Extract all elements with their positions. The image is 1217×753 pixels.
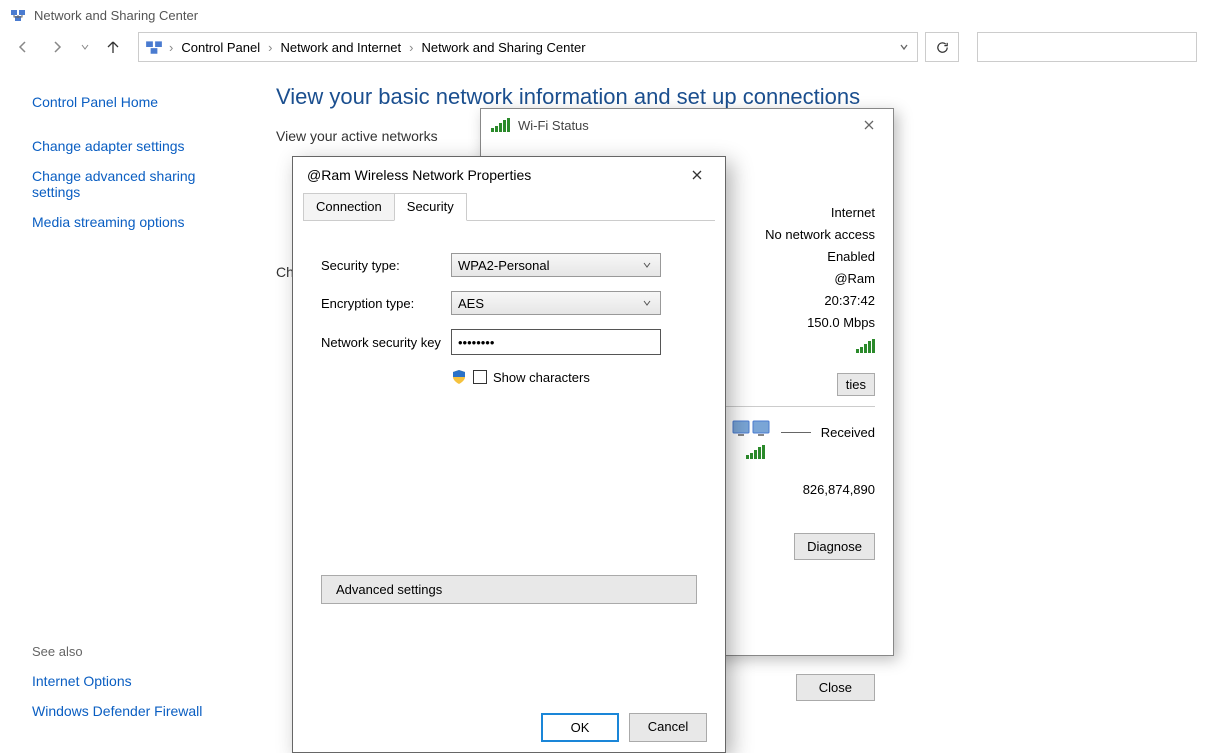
dash-line [781,432,811,433]
ok-button[interactable]: OK [541,713,619,742]
security-key-input[interactable] [451,329,661,355]
security-type-value: WPA2-Personal [458,258,550,273]
breadcrumb-sep: › [167,40,175,55]
close-icon[interactable] [683,161,711,189]
tab-strip: Connection Security [303,193,715,221]
dialog-footer: OK Cancel [293,713,725,742]
wifi-enabled-label: Enabled [755,249,875,264]
uac-shield-icon [451,369,467,385]
tab-security[interactable]: Security [394,193,467,221]
wifi-ssid-value: @Ram [755,271,875,286]
see-also-internet-options[interactable]: Internet Options [32,673,252,689]
address-dropdown[interactable] [893,33,915,61]
wifi-signal-icon [856,339,875,353]
cancel-button[interactable]: Cancel [629,713,707,742]
close-icon[interactable] [855,111,883,139]
encryption-type-label: Encryption type: [321,296,451,311]
wifi-signal-icon [491,118,510,132]
control-panel-home-link[interactable]: Control Panel Home [32,94,240,110]
search-input[interactable] [977,32,1197,62]
security-type-label: Security type: [321,258,451,273]
wifi-duration-value: 20:37:42 [755,293,875,308]
wifi-signal-icon [746,445,765,459]
wireless-properties-dialog: @Ram Wireless Network Properties Connect… [292,156,726,753]
sidebar-media-link[interactable]: Media streaming options [32,214,240,230]
forward-button[interactable] [44,34,70,60]
app-title: Network and Sharing Center [34,8,198,23]
back-button[interactable] [10,34,36,60]
chevron-down-icon [638,292,656,314]
sidebar-adapter-link[interactable]: Change adapter settings [32,138,240,154]
dialog-title: Wi-Fi Status [518,118,589,133]
up-button[interactable] [100,34,126,60]
dialog-titlebar[interactable]: Wi-Fi Status [481,109,893,141]
wifi-noaccess-label: No network access [755,227,875,242]
history-dropdown[interactable] [78,34,92,60]
see-also-heading: See also [32,644,252,659]
security-key-label: Network security key [321,335,451,350]
encryption-type-value: AES [458,296,484,311]
address-bar[interactable]: › Control Panel › Network and Internet ›… [138,32,918,62]
wireless-properties-button[interactable]: ties [837,373,875,396]
breadcrumb-sep: › [407,40,415,55]
breadcrumb-sep: › [266,40,274,55]
app-title-bar: Network and Sharing Center [0,0,1217,30]
sidebar-advanced-link[interactable]: Change advanced sharing settings [32,168,240,200]
see-also: See also Internet Options Windows Defend… [32,644,252,733]
close-button[interactable]: Close [796,674,875,701]
refresh-button[interactable] [925,32,959,62]
wifi-internet-label: Internet [755,205,875,220]
breadcrumb-current[interactable]: Network and Sharing Center [420,40,588,55]
navigation-bar: › Control Panel › Network and Internet ›… [0,30,1217,64]
show-characters-label: Show characters [493,370,590,385]
advanced-settings-button[interactable]: Advanced settings [321,575,697,604]
chevron-down-icon [638,254,656,276]
dialog-titlebar[interactable]: @Ram Wireless Network Properties [293,157,725,193]
encryption-type-select[interactable]: AES [451,291,661,315]
network-center-icon [10,7,26,23]
breadcrumb-control-panel[interactable]: Control Panel [179,40,262,55]
computers-icon [731,417,771,447]
security-type-select[interactable]: WPA2-Personal [451,253,661,277]
show-characters-checkbox[interactable] [473,370,487,384]
dialog-title: @Ram Wireless Network Properties [307,167,531,183]
received-label: Received [821,425,875,440]
network-center-icon [145,38,163,56]
breadcrumb-network-internet[interactable]: Network and Internet [278,40,403,55]
wifi-speed-value: 150.0 Mbps [755,315,875,330]
page-title: View your basic network information and … [276,84,1197,110]
diagnose-button[interactable]: Diagnose [794,533,875,560]
see-also-firewall[interactable]: Windows Defender Firewall [32,703,252,719]
tab-connection[interactable]: Connection [303,193,395,220]
